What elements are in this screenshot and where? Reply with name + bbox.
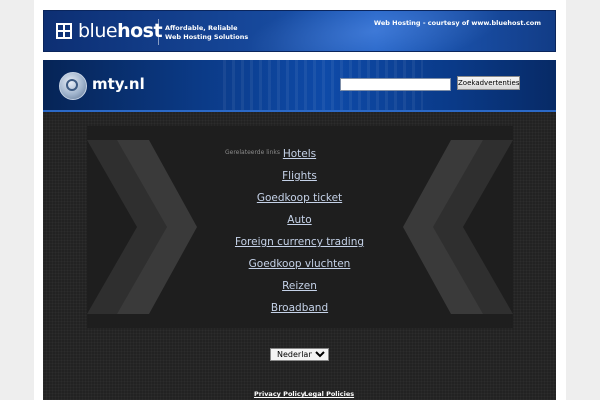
bluehost-banner[interactable]: bluehost Affordable, Reliable Web Hostin… bbox=[43, 10, 556, 52]
link-goedkoop-ticket[interactable]: Goedkoop ticket bbox=[43, 192, 556, 204]
bluehost-logo[interactable]: bluehost bbox=[78, 20, 163, 42]
logo-text-bold: host bbox=[117, 20, 163, 42]
bluehost-courtesy: Web Hosting - courtesy of www.bluehost.c… bbox=[373, 19, 541, 27]
link-broadband[interactable]: Broadband bbox=[43, 302, 556, 314]
language-select[interactable]: Nederlands bbox=[270, 348, 329, 361]
link-hotels[interactable]: Hotels bbox=[43, 148, 556, 160]
privacy-policy-link[interactable]: Privacy Policy bbox=[254, 390, 305, 398]
tagline-line2: Web Hosting Solutions bbox=[165, 33, 249, 41]
search-input[interactable] bbox=[340, 78, 451, 91]
site-name: mty.nl bbox=[92, 75, 145, 93]
bluehost-grid-icon bbox=[56, 23, 72, 39]
search-button[interactable]: Zoekadvertenties bbox=[457, 76, 520, 90]
banner-swoosh bbox=[239, 11, 509, 51]
banner-divider bbox=[158, 19, 159, 45]
link-flights[interactable]: Flights bbox=[43, 170, 556, 182]
site-logo-icon bbox=[59, 72, 87, 100]
link-goedkoop-vluchten[interactable]: Goedkoop vluchten bbox=[43, 258, 556, 270]
tagline-line1: Affordable, Reliable bbox=[165, 24, 238, 32]
bluehost-tagline: Affordable, Reliable Web Hosting Solutio… bbox=[165, 24, 248, 42]
link-auto[interactable]: Auto bbox=[43, 214, 556, 226]
link-reizen[interactable]: Reizen bbox=[43, 280, 556, 292]
legal-policies-link[interactable]: Legal Policies bbox=[304, 390, 354, 398]
logo-text-regular: blue bbox=[78, 20, 118, 42]
link-foreign-currency-trading[interactable]: Foreign currency trading bbox=[43, 236, 556, 248]
site-header: mty.nl Zoekadvertenties bbox=[43, 60, 556, 112]
